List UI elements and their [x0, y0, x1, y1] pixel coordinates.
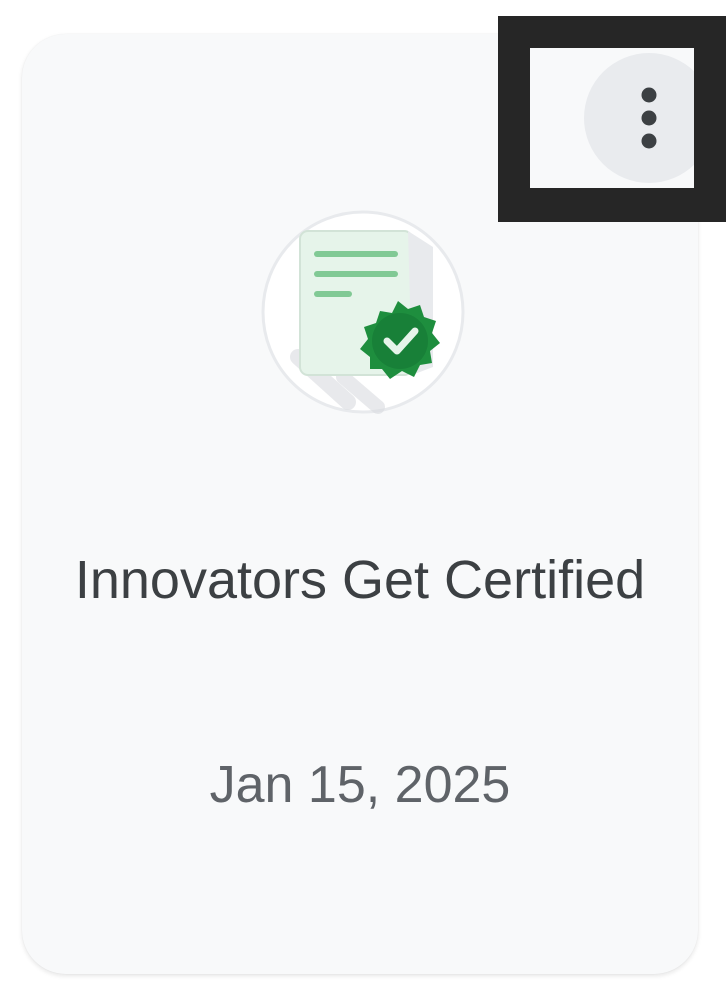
more-vert-icon — [641, 87, 657, 149]
more-options-button[interactable] — [584, 53, 694, 183]
highlight-frame-inner — [530, 48, 694, 188]
card-title: Innovators Get Certified — [74, 550, 646, 610]
certificate-badge-icon — [261, 210, 465, 414]
highlight-frame — [498, 16, 726, 222]
card-date: Jan 15, 2025 — [209, 756, 511, 814]
